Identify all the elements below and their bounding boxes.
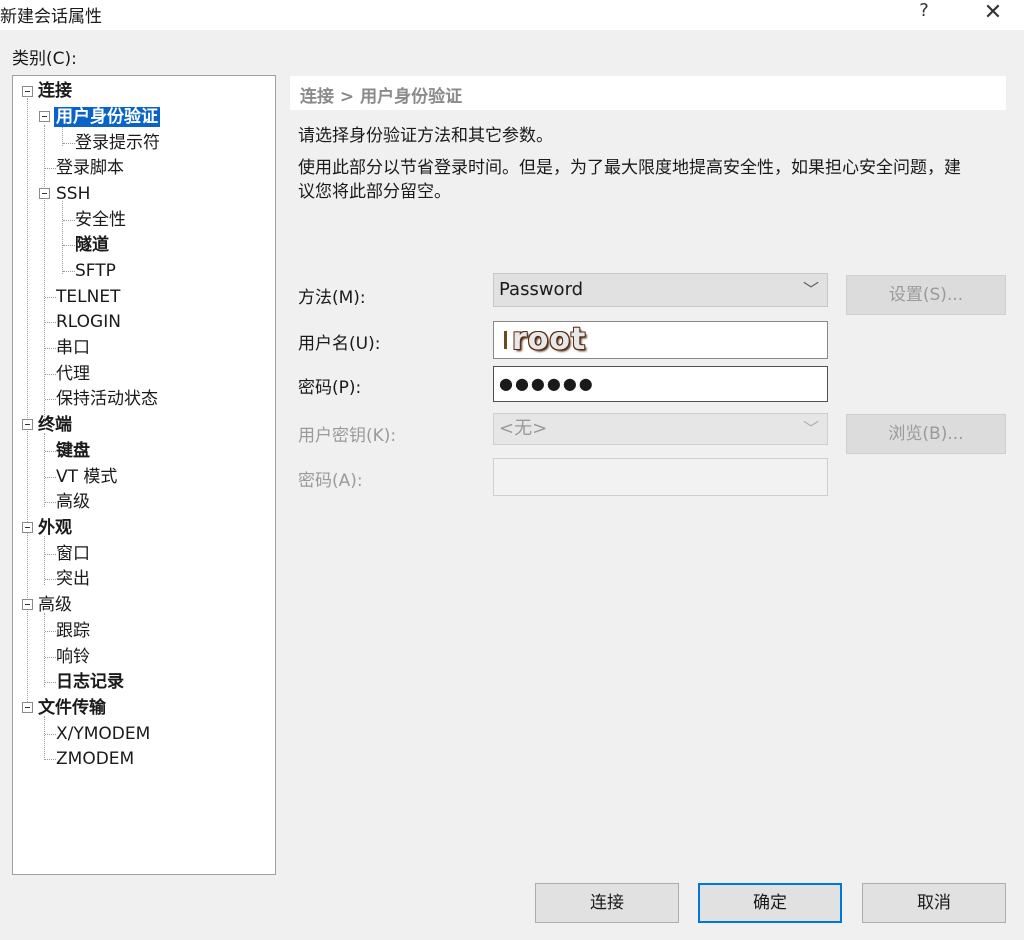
title-bar: 新建会话属性 ? ✕ (0, 0, 1024, 30)
tree-item-trace[interactable]: 跟踪 (54, 619, 92, 643)
tree-item-xymodem[interactable]: X/YMODEM (54, 722, 152, 746)
tree-item-rlogin[interactable]: RLOGIN (54, 310, 123, 334)
tree-item-connection[interactable]: 连接 (36, 79, 74, 103)
close-button[interactable]: ✕ (980, 0, 1006, 28)
tree-item-login-script[interactable]: 登录脚本 (54, 156, 126, 180)
collapse-toggle-connection[interactable] (22, 86, 33, 97)
tree-item-bell[interactable]: 响铃 (54, 645, 92, 669)
breadcrumb-text: 连接 > 用户身份验证 (300, 87, 463, 107)
userkey-value: <无> (499, 418, 548, 439)
collapse-toggle-advanced[interactable] (22, 599, 33, 610)
collapse-toggle-ssh[interactable] (39, 188, 50, 199)
method-select[interactable]: Password ﹀ (493, 273, 828, 307)
chevron-down-icon: ﹀ (802, 419, 819, 438)
tree-item-highlight[interactable]: 突出 (54, 567, 92, 591)
tree-item-logging[interactable]: 日志记录 (54, 670, 126, 694)
tree-item-telnet[interactable]: TELNET (54, 285, 122, 309)
tree-item-security[interactable]: 安全性 (73, 208, 128, 232)
method-label: 方法(M): (298, 288, 366, 308)
window-title: 新建会话属性 (0, 7, 102, 27)
tree-item-auth[interactable]: 用户身份验证 (54, 105, 160, 129)
tree-item-appearance[interactable]: 外观 (36, 516, 74, 540)
browse-button[interactable]: 浏览(B)... (846, 414, 1006, 454)
description-line-1: 使用此部分以节省登录时间。但是，为了最大限度地提高安全性，如果担心安全问题，建 (298, 158, 961, 178)
password-value: ●●●●●● (499, 374, 595, 393)
chevron-down-icon: ﹀ (802, 280, 819, 299)
tree-item-proxy[interactable]: 代理 (54, 362, 92, 386)
description-line-2: 议您将此部分留空。 (298, 182, 451, 202)
password-input[interactable]: ●●●●●● (493, 366, 828, 402)
userkey-select[interactable]: <无> ﹀ (493, 413, 828, 445)
password-label: 密码(P): (298, 378, 362, 398)
settings-button[interactable]: 设置(S)... (846, 275, 1006, 315)
help-button[interactable]: ? (912, 0, 936, 28)
tree-item-tunnel[interactable]: 隧道 (73, 233, 111, 257)
description-primary: 请选择身份验证方法和其它参数。 (298, 126, 553, 146)
tree-item-file-transfer[interactable]: 文件传输 (36, 696, 108, 720)
collapse-toggle-appearance[interactable] (22, 522, 33, 533)
ok-button[interactable]: 确定 (698, 883, 842, 923)
tree-item-sftp[interactable]: SFTP (73, 259, 118, 283)
tree-item-serial[interactable]: 串口 (54, 336, 92, 360)
passphrase-label: 密码(A): (298, 471, 363, 491)
category-tree[interactable]: 连接 用户身份验证 登录提示符 登录脚本 SSH 安全性 隧道 SFTP TEL… (12, 75, 276, 875)
tree-item-window[interactable]: 窗口 (54, 542, 92, 566)
tree-item-zmodem[interactable]: ZMODEM (54, 747, 136, 771)
username-input[interactable]: root (493, 321, 828, 359)
tree-item-advanced[interactable]: 高级 (36, 593, 74, 617)
userkey-label: 用户密钥(K): (298, 426, 397, 446)
tree-item-terminal[interactable]: 终端 (36, 413, 74, 437)
tree-item-keepalive[interactable]: 保持活动状态 (54, 387, 160, 411)
breadcrumb: 连接 > 用户身份验证 (290, 76, 1006, 110)
collapse-toggle-file-transfer[interactable] (22, 702, 33, 713)
username-value: root (512, 322, 587, 357)
collapse-toggle-terminal[interactable] (22, 419, 33, 430)
text-cursor (504, 331, 507, 349)
tree-item-login-prompt[interactable]: 登录提示符 (73, 131, 162, 155)
passphrase-input[interactable] (493, 458, 828, 496)
tree-item-vt-mode[interactable]: VT 模式 (54, 465, 119, 489)
tree-item-keyboard[interactable]: 键盘 (54, 439, 92, 463)
method-value: Password (499, 279, 584, 300)
tree-item-terminal-advanced[interactable]: 高级 (54, 490, 92, 514)
username-label: 用户名(U): (298, 334, 381, 354)
connect-button[interactable]: 连接 (535, 883, 679, 923)
category-label: 类别(C): (12, 49, 77, 69)
cancel-button[interactable]: 取消 (862, 883, 1006, 923)
collapse-toggle-auth[interactable] (39, 111, 50, 122)
tree-item-ssh[interactable]: SSH (54, 182, 92, 206)
